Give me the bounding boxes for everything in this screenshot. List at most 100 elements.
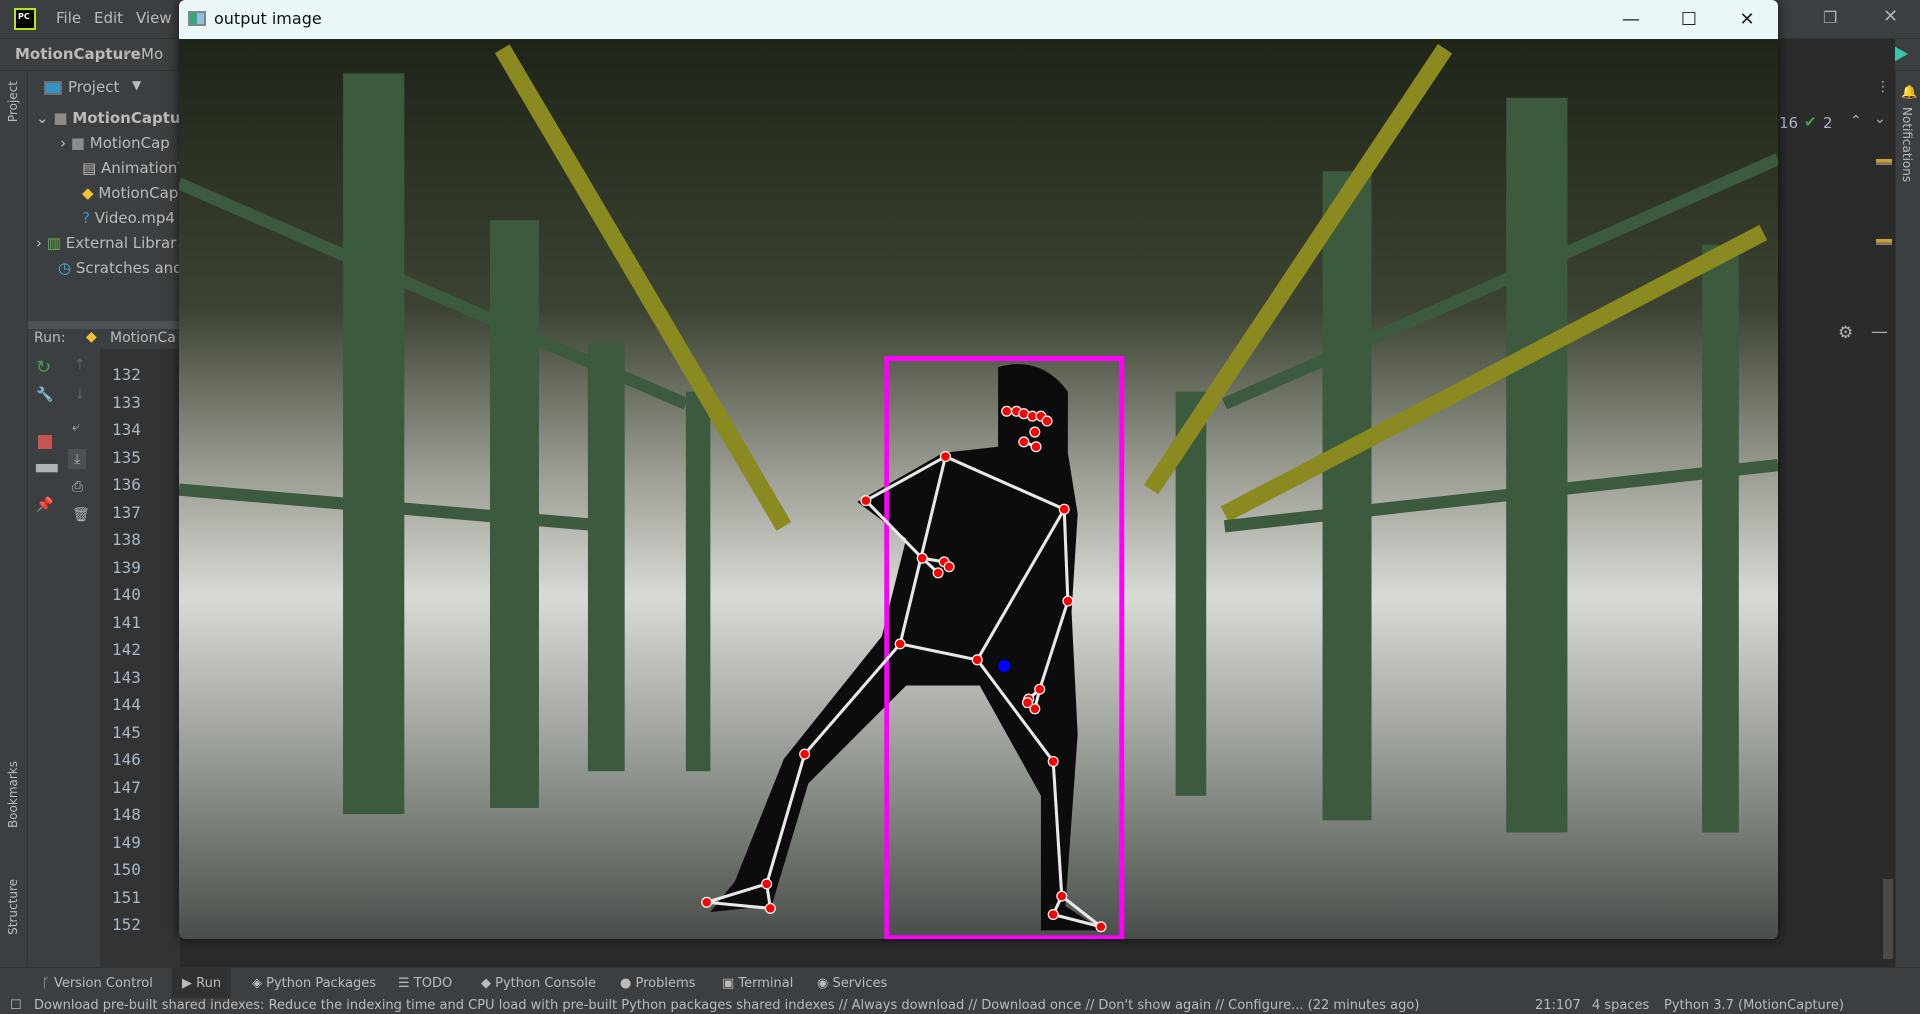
tab-todo[interactable]: ☰ TODO [398, 976, 452, 991]
tree-item[interactable]: ▤ AnimationT [82, 159, 187, 177]
wrench-icon[interactable]: 🔧 [36, 387, 53, 403]
line-number: 150 [112, 860, 141, 879]
line-number: 138 [112, 530, 141, 549]
keypoint [1034, 683, 1046, 695]
run-toolbar: ↻ 🔧 ▀▀ 📌 ↑ ↓ ⤶ ⤓ ⎙ 🗑 [28, 349, 100, 967]
print-icon[interactable]: ⎙ [72, 479, 83, 495]
tab-services[interactable]: ◉ Services [817, 976, 887, 991]
chevron-right-icon: › [60, 134, 66, 152]
tab-run[interactable]: ▶ Run [172, 968, 232, 999]
line-number: 143 [112, 667, 141, 687]
interpreter[interactable]: Python 3.7 (MotionCapture) [1664, 998, 1844, 1013]
line-number: 139 [112, 557, 141, 577]
status-checkbox-icon[interactable]: ☐ [10, 998, 22, 1013]
line-number: 136 [112, 475, 141, 494]
tree-item[interactable]: ◷ Scratches and [58, 259, 183, 277]
arrow-down-icon[interactable]: ↓ [74, 387, 86, 403]
rerun-icon[interactable]: ↻ [36, 357, 51, 378]
tree-item[interactable]: ? Video.mp4 [82, 209, 175, 227]
marker [1876, 239, 1892, 245]
center-point [998, 659, 1011, 673]
output-image-window: output image — ☐ ✕ [179, 0, 1778, 939]
keypoint [799, 748, 811, 760]
run-config-tab[interactable]: MotionCa [110, 330, 176, 346]
project-tool-tab[interactable]: Project [6, 81, 20, 122]
run-header: Run: ◆ MotionCa [28, 321, 188, 349]
left-tool-stripe: Project Bookmarks Structure [0, 71, 28, 967]
keypoint [1018, 436, 1030, 448]
more-icon[interactable]: ⋮ [1876, 79, 1890, 95]
chevron-down-icon[interactable]: ⌄ [1874, 111, 1886, 127]
python-file-icon: ◆ [82, 184, 94, 202]
menu-edit[interactable]: Edit [94, 9, 123, 27]
chevron-up-icon[interactable]: ⌃ [1850, 113, 1862, 129]
dropdown-icon[interactable]: ▼ [132, 78, 141, 92]
line-number: 142 [112, 640, 141, 659]
bottom-tool-bar: ᚴ Version Control ▶ Run ◈ Python Package… [0, 967, 1920, 999]
marker [1876, 159, 1892, 165]
keypoint [939, 451, 951, 463]
line-number: 145 [112, 722, 141, 742]
pycharm-logo-icon[interactable]: PC [14, 8, 36, 30]
project-panel-title[interactable]: Project [68, 78, 119, 96]
indent-setting[interactable]: 4 spaces [1592, 998, 1649, 1013]
library-icon: ▥ [46, 234, 61, 252]
arrow-up-icon[interactable]: ↑ [74, 357, 86, 373]
keypoint [1047, 755, 1059, 767]
console-gutter: 132 133 134 135 136 137 138 139 140 141 142 143 144 1… [100, 349, 180, 967]
window-title-bar[interactable]: output image — ☐ ✕ [179, 0, 1778, 39]
folder-icon: ■ [53, 109, 68, 127]
window-title: output image [214, 9, 322, 28]
trash-icon[interactable]: 🗑 [72, 507, 90, 523]
pose-output-image [179, 39, 1778, 939]
line-number: 152 [112, 915, 141, 934]
cursor-position[interactable]: 21:107 [1535, 998, 1581, 1013]
keypoint [764, 902, 776, 914]
tab-python-console[interactable]: ◆ Python Console [481, 976, 596, 991]
stop-run-icon[interactable] [38, 435, 52, 449]
line-number: 149 [112, 832, 141, 852]
tree-item-root[interactable]: ⌄ ■ MotionCaptur [36, 109, 188, 127]
breadcrumb-project[interactable]: MotionCapture [15, 45, 141, 63]
breadcrumb-file[interactable]: Mo [141, 45, 163, 63]
soft-wrap-icon[interactable]: ⤶ [72, 419, 80, 435]
tree-item[interactable]: › ▥ External Librar [36, 234, 176, 252]
scratches-icon: ◷ [58, 259, 72, 277]
minimize-panel-icon[interactable]: — [1871, 322, 1888, 342]
maximize-button[interactable]: ☐ [1661, 0, 1717, 39]
settings-icon[interactable]: ⚙ [1838, 323, 1853, 343]
tab-version-control[interactable]: ᚴ Version Control [42, 976, 153, 991]
notifications-tool-tab[interactable]: Notifications [1900, 107, 1914, 182]
tab-problems[interactable]: ● Problems [620, 976, 695, 991]
chevron-right-icon: › [124, 44, 130, 62]
keypoint [1058, 503, 1070, 515]
keypoint [971, 654, 983, 666]
warning-count[interactable]: 16 [1779, 114, 1798, 132]
tab-terminal[interactable]: ▣ Terminal [722, 976, 793, 991]
keypoint [943, 561, 955, 573]
line-number: 140 [112, 585, 141, 604]
menu-view[interactable]: View [136, 9, 172, 27]
layout-icon[interactable]: ▀▀ [36, 465, 58, 481]
tab-python-packages[interactable]: ◈ Python Packages [252, 976, 376, 991]
restore-icon[interactable]: ❐ [1823, 8, 1837, 27]
check-count[interactable]: 2 [1823, 114, 1833, 132]
scroll-to-end-icon[interactable]: ⤓ [68, 449, 87, 469]
minimize-button[interactable]: — [1603, 0, 1659, 39]
tree-item[interactable]: › ■ MotionCap [60, 134, 170, 152]
line-number: 144 [112, 695, 141, 714]
structure-tool-tab[interactable]: Structure [6, 879, 20, 935]
folder-icon: ■ [70, 134, 85, 152]
chevron-down-icon: ⌄ [36, 109, 49, 127]
close-button[interactable]: ✕ [1719, 0, 1775, 39]
tree-item[interactable]: ◆ MotionCap [82, 184, 178, 202]
bell-icon[interactable]: 🔔 [1901, 85, 1917, 100]
keypoint [932, 567, 944, 579]
bookmarks-tool-tab[interactable]: Bookmarks [6, 761, 20, 828]
status-message[interactable]: Download pre-built shared indexes: Reduc… [34, 998, 1419, 1013]
python-icon: ◆ [86, 329, 97, 345]
pin-icon[interactable]: 📌 [36, 497, 53, 513]
menu-file[interactable]: File [56, 9, 81, 27]
close-ide-icon[interactable]: ✕ [1883, 6, 1898, 27]
scrollbar[interactable] [1883, 879, 1893, 959]
